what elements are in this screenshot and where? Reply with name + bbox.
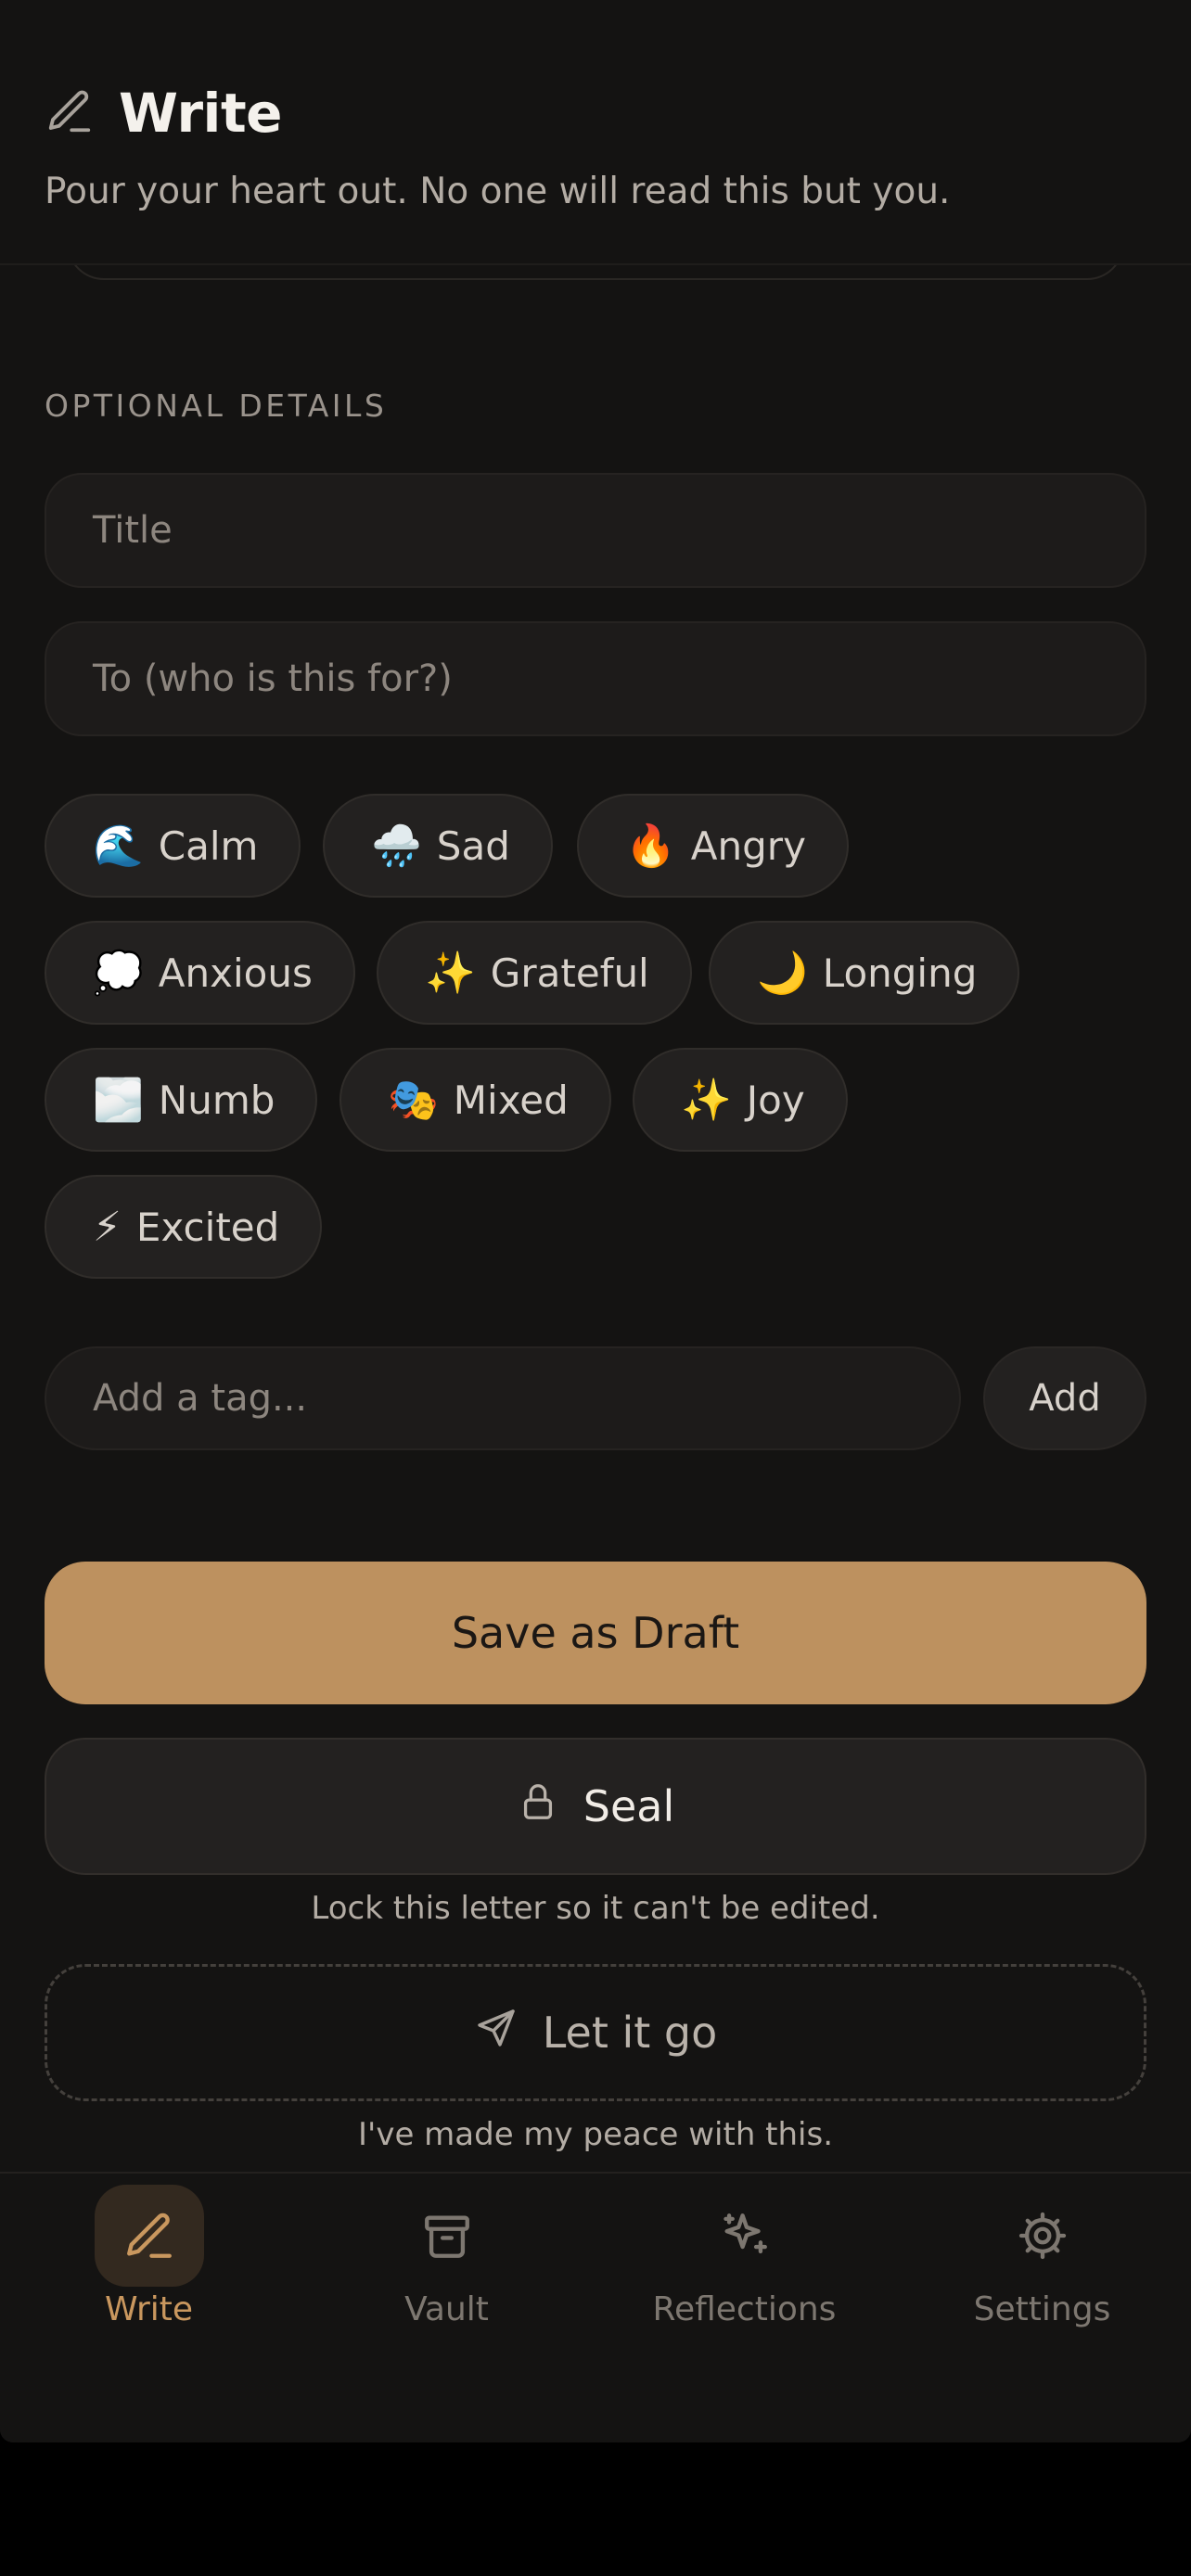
mood-chip-calm[interactable]: 🌊 Calm [45,794,301,898]
let-it-go-hint: I've made my peace with this. [357,2116,834,2153]
mood-chip-label: Angry [690,823,806,869]
gear-icon [988,2185,1097,2287]
tab-write[interactable]: Write [0,2174,298,2359]
mood-chip-grateful[interactable]: ✨ Grateful [377,921,692,1025]
theater-masks-icon: 🎭 [388,1077,439,1124]
mood-chip-label: Sad [436,823,510,869]
lightning-icon: ⚡ [93,1203,122,1251]
sparkles-icon [690,2185,800,2287]
lock-icon [517,1780,559,1833]
mood-chip-joy[interactable]: ✨ Joy [633,1048,848,1152]
rain-cloud-icon: 🌧️ [371,823,422,870]
mood-chip-angry[interactable]: 🔥 Angry [577,794,849,898]
archive-icon [392,2185,502,2287]
page-title: Write [119,82,283,145]
title-input[interactable]: Title [45,473,1146,588]
mood-chip-label: Grateful [490,950,649,996]
pen-icon [45,86,95,140]
mood-chip-label: Excited [135,1204,280,1250]
fog-icon: 🌫️ [93,1077,144,1124]
tag-input[interactable]: Add a tag... [45,1346,961,1450]
mood-chip-label: Mixed [453,1077,569,1123]
section-label-optional-details: OPTIONAL DETAILS [45,388,388,424]
tab-settings[interactable]: Settings [893,2174,1191,2359]
save-draft-button[interactable]: Save as Draft [45,1562,1146,1704]
mood-chip-label: Numb [158,1077,275,1123]
mood-chip-excited[interactable]: ⚡ Excited [45,1175,323,1279]
seal-button[interactable]: Seal [45,1738,1146,1875]
sparkles-icon: ✨ [425,950,476,997]
mood-chip-label: Calm [158,823,259,869]
add-tag-button[interactable]: Add [983,1346,1146,1450]
mood-chip-longing[interactable]: 🌙 Longing [709,921,1020,1025]
bottom-tab-bar: Write Vault Reflections Settings [0,2172,1191,2442]
recipient-input[interactable]: To (who is this for?) [45,621,1146,736]
let-it-go-label: Let it go [542,2008,718,2058]
mood-chip-sad[interactable]: 🌧️ Sad [323,794,553,898]
mood-chip-anxious[interactable]: 💭 Anxious [45,921,355,1025]
mood-chip-mixed[interactable]: 🎭 Mixed [339,1048,611,1152]
let-it-go-button[interactable]: Let it go [45,1964,1146,2101]
title-row: Write [45,82,283,145]
send-icon [474,2006,519,2060]
mood-chip-numb[interactable]: 🌫️ Numb [45,1048,318,1152]
thought-bubble-icon: 💭 [93,950,144,997]
sparkles-icon: ✨ [681,1077,732,1124]
mood-chip-label: Joy [746,1077,805,1123]
fire-icon: 🔥 [625,823,676,870]
pen-icon [94,2185,204,2287]
tab-label: Vault [404,2290,489,2328]
crescent-moon-icon: 🌙 [757,950,808,997]
page-subtitle: Pour your heart out. No one will read th… [45,171,951,212]
seal-hint: Lock this letter so it can't be edited. [311,1890,880,1927]
tab-label: Settings [973,2290,1111,2328]
wave-icon: 🌊 [93,823,144,870]
tab-label: Reflections [652,2290,837,2328]
tab-reflections[interactable]: Reflections [596,2174,893,2359]
page-header: Write Pour your heart out. No one will r… [0,0,1191,265]
seal-label: Seal [583,1781,675,1831]
tab-label: Write [104,2290,194,2328]
mood-chip-label: Anxious [158,950,313,996]
mood-chip-label: Longing [822,950,978,996]
write-screen: Write Pour your heart out. No one will r… [0,0,1191,2442]
tab-vault[interactable]: Vault [298,2174,596,2359]
save-draft-label: Save as Draft [451,1608,740,1658]
